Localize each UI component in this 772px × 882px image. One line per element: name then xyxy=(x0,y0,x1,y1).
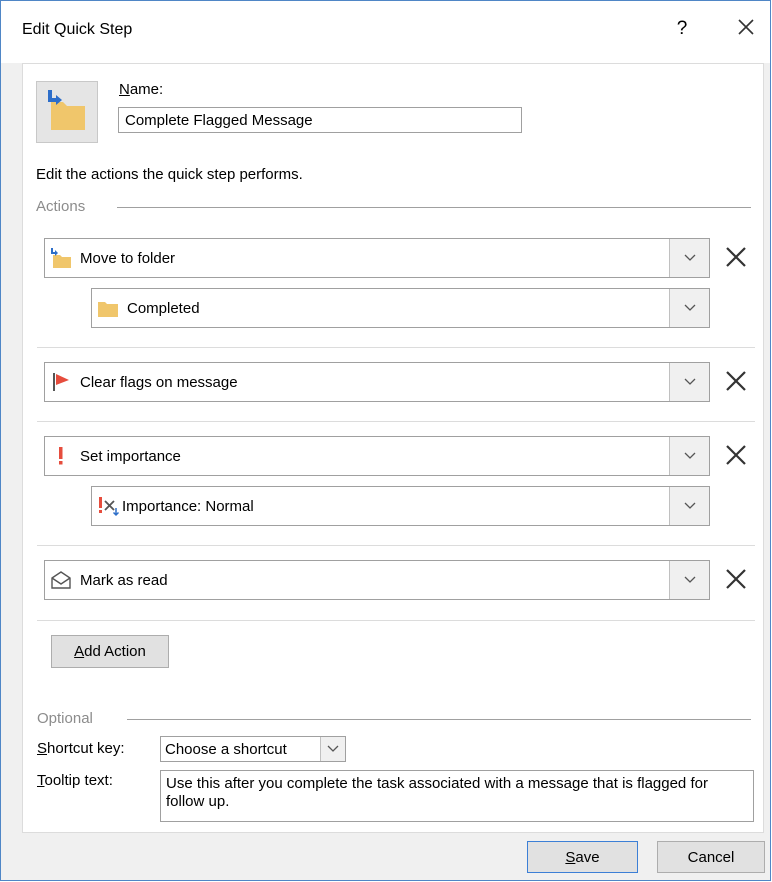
quick-step-panel: Name: Edit the actions the quick step pe… xyxy=(22,63,764,833)
dialog-title: Edit Quick Step xyxy=(22,21,133,38)
tooltip-text-label: Tooltip text: xyxy=(37,772,113,789)
shortcut-value: Choose a shortcut xyxy=(165,740,287,758)
delete-action-icon[interactable] xyxy=(723,442,749,468)
separator xyxy=(37,421,755,422)
target-folder-label: Completed xyxy=(127,299,200,317)
delete-action-icon[interactable] xyxy=(723,368,749,394)
chevron-down-icon[interactable] xyxy=(669,561,709,599)
edit-quick-step-dialog: Edit Quick Step ? Name: Edit the actions… xyxy=(0,0,771,881)
action-label: Clear flags on message xyxy=(80,373,238,391)
importance-normal-icon xyxy=(96,494,120,518)
save-button[interactable]: Save xyxy=(527,841,638,873)
optional-group-label: Optional xyxy=(37,710,99,727)
separator xyxy=(37,545,755,546)
instructions-text: Edit the actions the quick step performs… xyxy=(36,166,303,183)
envelope-open-icon xyxy=(49,568,73,592)
action-set-importance-select[interactable]: Set importance xyxy=(44,436,710,476)
name-input[interactable] xyxy=(118,107,522,133)
action-move-to-folder-select[interactable]: Move to folder xyxy=(44,238,710,278)
exclamation-icon xyxy=(49,444,73,468)
delete-action-icon[interactable] xyxy=(723,566,749,592)
cancel-button[interactable]: Cancel xyxy=(657,841,765,873)
action-label: Move to folder xyxy=(80,249,176,267)
close-icon[interactable] xyxy=(733,14,759,40)
chevron-down-icon[interactable] xyxy=(669,437,709,475)
chevron-down-icon[interactable] xyxy=(669,363,709,401)
delete-action-icon[interactable] xyxy=(723,244,749,270)
action-clear-flags-select[interactable]: Clear flags on message xyxy=(44,362,710,402)
optional-group-rule xyxy=(127,719,751,720)
quick-step-folder-icon xyxy=(36,81,98,143)
action-mark-as-read-select[interactable]: Mark as read xyxy=(44,560,710,600)
chevron-down-icon[interactable] xyxy=(669,487,709,525)
red-flag-icon xyxy=(49,370,73,394)
shortcut-key-select[interactable]: Choose a shortcut xyxy=(160,736,346,762)
separator xyxy=(37,347,755,348)
move-to-folder-icon xyxy=(49,246,73,270)
target-folder-select[interactable]: Completed xyxy=(91,288,710,328)
separator xyxy=(37,620,755,621)
folder-icon xyxy=(96,296,120,320)
importance-level-label: Importance: Normal xyxy=(122,497,254,515)
tooltip-text-field[interactable]: Use this after you complete the task ass… xyxy=(160,770,754,822)
help-button[interactable]: ? xyxy=(672,18,692,40)
chevron-down-icon[interactable] xyxy=(669,239,709,277)
actions-group-label: Actions xyxy=(36,198,92,215)
chevron-down-icon[interactable] xyxy=(669,289,709,327)
chevron-down-icon[interactable] xyxy=(320,737,345,761)
title-bar: Edit Quick Step ? xyxy=(1,1,770,63)
name-label: Name: xyxy=(119,81,164,98)
shortcut-key-label: Shortcut key: xyxy=(37,740,125,757)
add-action-button[interactable]: Add Action xyxy=(51,635,169,668)
action-label: Mark as read xyxy=(80,571,168,589)
actions-group-rule xyxy=(117,207,751,208)
action-label: Set importance xyxy=(80,447,181,465)
importance-level-select[interactable]: Importance: Normal xyxy=(91,486,710,526)
